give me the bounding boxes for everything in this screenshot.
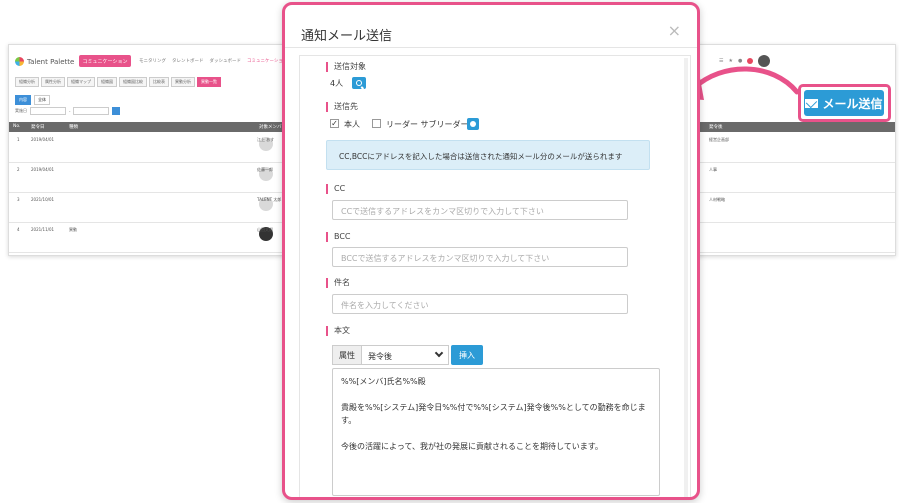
subtab[interactable]: 組織マップ (67, 77, 95, 87)
subtab[interactable]: 組織分析 (15, 77, 39, 87)
cc-input[interactable]: CCで送信するアドレスをカンマ区切りで入力して下さい (332, 200, 628, 220)
mail-send-button[interactable]: メール送信 (804, 90, 884, 116)
date-separator: - (69, 108, 71, 114)
sub-tabs: 組織分析 属性分析 組織マップ 組織図 組織図比較 比較表 異動分析 異動一覧 (15, 77, 221, 87)
mail-send-label: メール送信 (822, 96, 883, 111)
row-name: 佐藤一郎 (257, 167, 273, 172)
date-search: 実施日 - (15, 107, 121, 115)
communication-button[interactable]: コミュニケーション (79, 55, 131, 67)
row-name: 江上 あす (257, 137, 275, 142)
app-logo-text: Talent Palette (27, 57, 75, 66)
body-label: 本文 (326, 326, 350, 336)
attribute-select-value: 発令後 (368, 352, 392, 361)
subtab-active[interactable]: 異動一覧 (197, 77, 221, 87)
row-date: 2021/11/01 (31, 227, 55, 232)
row-after: 人事 (709, 167, 717, 172)
filter-option[interactable]: 内容 (15, 95, 31, 105)
bcc-label: BCC (326, 232, 351, 242)
date-search-label: 実施日 (15, 108, 27, 113)
self-label: 本人 (344, 120, 360, 129)
cc-bcc-notice: CC,BCCにアドレスを記入した場合は送信された通知メール分のメールが送られます (326, 140, 650, 170)
close-icon[interactable]: × (668, 21, 681, 40)
subtab[interactable]: 比較表 (149, 77, 169, 87)
body-line: 貴殿を%%[システム]発令日%%付で%%[システム]発令後%%としての勤務を命じ… (341, 403, 646, 425)
row-no: 4 (17, 227, 20, 232)
subtab[interactable]: 属性分析 (41, 77, 65, 87)
self-checkbox[interactable]: ✓ (330, 119, 339, 128)
subject-input[interactable]: 件名を入力してください (332, 294, 628, 314)
modal-divider (285, 47, 697, 48)
subtab[interactable]: 組織図 (97, 77, 117, 87)
row-no: 2 (17, 167, 20, 172)
leader-label: リーダー サブリーダー (386, 120, 469, 129)
filter-option[interactable]: 全体 (34, 95, 50, 105)
row-date: 2021/10/01 (31, 197, 55, 202)
nav-item[interactable]: ダッシュボード (210, 58, 242, 64)
modal-title: 通知メール送信 (301, 29, 393, 44)
app-logo[interactable]: Talent Palette (15, 57, 74, 66)
bcc-input[interactable]: BCCで送信するアドレスをカンマ区切りで入力して下さい (332, 247, 628, 267)
search-button[interactable] (112, 107, 121, 115)
scrollbar[interactable] (684, 58, 688, 497)
date-to-input[interactable] (73, 107, 110, 115)
info-icon (470, 121, 476, 127)
row-date: 2019/04/01 (31, 137, 55, 142)
top-nav: モニタリング タレントボード ダッシュボード コミュニケーション 会議 (139, 58, 302, 64)
subject-label: 件名 (326, 278, 350, 288)
col-header: 対象メンバ (259, 125, 282, 130)
logo-mark-icon (15, 57, 24, 66)
col-header: 発令日 (31, 125, 45, 130)
notification-mail-modal: 通知メール送信 × 送信対象 4人 送信先 ✓ 本人 リーダー サブリーダー C… (282, 2, 700, 500)
nav-item[interactable]: タレントボード (172, 58, 204, 64)
nav-item[interactable]: モニタリング (139, 58, 166, 64)
modal-body: 送信対象 4人 送信先 ✓ 本人 リーダー サブリーダー CC,BCCにアドレス… (299, 55, 691, 497)
leader-checkbox[interactable] (372, 119, 381, 128)
insert-button[interactable]: 挿入 (451, 345, 483, 365)
subtab[interactable]: 組織図比較 (119, 77, 147, 87)
row-type: 異動 (69, 227, 77, 232)
recipients-count: 4人 (330, 79, 344, 88)
attribute-select[interactable]: 発令後 (361, 345, 449, 365)
date-from-input[interactable] (30, 107, 66, 115)
row-no: 1 (17, 137, 20, 142)
screenshot-stage: Talent Palette コミュニケーション モニタリング タレントボード … (0, 0, 899, 503)
cc-label: CC (326, 184, 345, 194)
body-textarea[interactable]: %%[メンバ]氏名%%殿 貴殿を%%[システム]発令日%%付で%%[システム]発… (332, 368, 660, 496)
row-name: 山田太郎 (257, 227, 273, 232)
filter-toggle: 内容 全体 (15, 95, 50, 105)
chevron-down-icon (434, 348, 444, 358)
row-date: 2019/04/01 (31, 167, 55, 172)
col-header: 種類 (69, 125, 78, 130)
envelope-icon (805, 98, 819, 108)
col-header: 発令後 (709, 125, 723, 130)
destination-label: 送信先 (326, 102, 358, 112)
search-icon (356, 80, 362, 86)
col-header: No. (13, 124, 21, 129)
recipients-label: 送信対象 (326, 62, 366, 72)
recipients-search-button[interactable] (352, 77, 366, 89)
leader-help-button[interactable] (467, 118, 479, 130)
row-after: 人材戦略 (709, 197, 725, 202)
body-line: %%[メンバ]氏名%%殿 (341, 377, 426, 386)
row-after: 経営企画部 (709, 137, 729, 142)
body-line: 今後の活躍によって、我が社の発展に貢献されることを期待しています。 (341, 442, 603, 451)
attribute-label: 属性 (332, 345, 362, 365)
subtab[interactable]: 異動分析 (171, 77, 195, 87)
row-name: TALENT 太郎 (257, 197, 282, 202)
row-no: 3 (17, 197, 20, 202)
